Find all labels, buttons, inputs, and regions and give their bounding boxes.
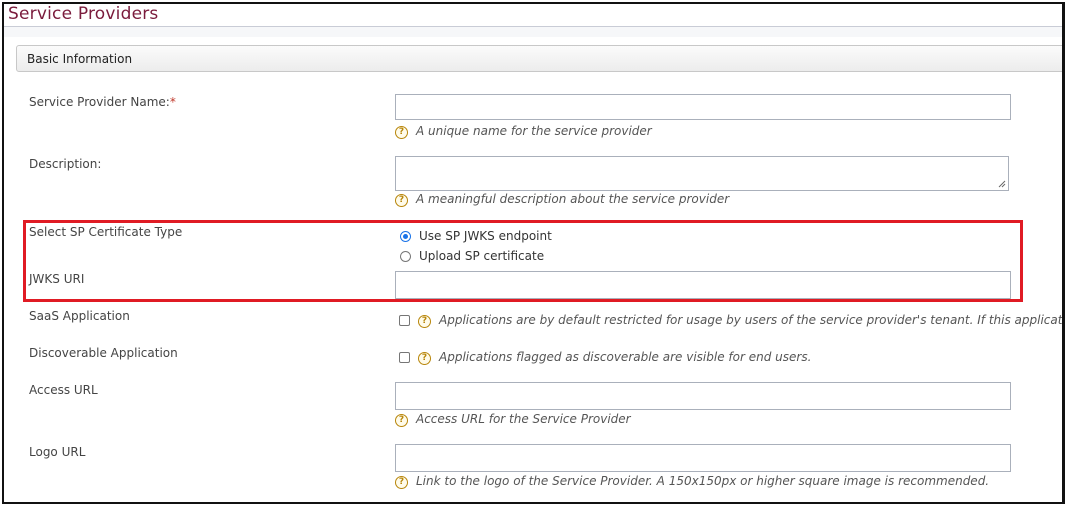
section-title: Basic Information [27, 52, 133, 66]
help-icon[interactable]: ? [395, 476, 408, 489]
saas-hint-text: Applications are by default restricted f… [439, 313, 1065, 327]
access-url-hint: ? Access URL for the Service Provider [395, 412, 631, 427]
sp-name-hint-text: A unique name for the service provider [416, 124, 652, 138]
sp-name-input[interactable] [395, 94, 1011, 120]
help-icon[interactable]: ? [395, 194, 408, 207]
required-mark: * [169, 95, 176, 109]
sp-name-label: Service Provider Name:* [29, 95, 176, 109]
radio-button[interactable] [400, 251, 411, 262]
access-url-input[interactable] [395, 382, 1011, 410]
radio-button-selected[interactable] [400, 231, 411, 242]
page-title: Service Providers [8, 4, 159, 24]
description-textarea[interactable] [395, 156, 1009, 191]
description-hint: ? A meaningful description about the serv… [395, 192, 729, 207]
logo-url-input[interactable] [395, 444, 1011, 472]
discoverable-hint-text: Applications flagged as discoverable are… [439, 350, 812, 364]
main-frame: Service Providers Basic Information Serv… [2, 2, 1065, 504]
access-url-hint-text: Access URL for the Service Provider [416, 412, 631, 426]
saas-label: SaaS Application [29, 309, 130, 323]
discoverable-row: ? Applications flagged as discoverable ar… [399, 350, 811, 365]
help-icon[interactable]: ? [395, 126, 408, 139]
radio-option-upload[interactable]: Upload SP certificate [400, 249, 544, 263]
discoverable-label: Discoverable Application [29, 346, 178, 360]
sp-name-label-text: Service Provider Name: [29, 95, 170, 109]
cert-type-label: Select SP Certificate Type [29, 225, 183, 239]
jwks-uri-input[interactable] [395, 271, 1011, 299]
logo-url-label: Logo URL [29, 445, 86, 459]
access-url-label: Access URL [29, 383, 98, 397]
sp-name-hint: ? A unique name for the service provider [395, 124, 652, 139]
help-icon[interactable]: ? [418, 352, 431, 365]
saas-checkbox[interactable] [399, 315, 410, 326]
saas-row: ? Applications are by default restricted … [399, 313, 1065, 328]
basic-information-section-header[interactable]: Basic Information [16, 45, 1062, 72]
jwks-uri-label: JWKS URI [29, 272, 85, 286]
logo-url-hint: ? Link to the logo of the Service Provide… [395, 474, 989, 489]
description-hint-text: A meaningful description about the servi… [416, 192, 730, 206]
discoverable-checkbox[interactable] [399, 352, 410, 363]
logo-url-hint-text: Link to the logo of the Service Provider… [416, 474, 990, 488]
help-icon[interactable]: ? [418, 315, 431, 328]
resize-grip-icon[interactable] [998, 180, 1006, 188]
description-label: Description: [29, 157, 102, 171]
help-icon[interactable]: ? [395, 414, 408, 427]
radio-option-upload-label: Upload SP certificate [419, 249, 545, 263]
radio-option-jwks-label: Use SP JWKS endpoint [419, 229, 552, 243]
title-band [4, 27, 1062, 37]
radio-option-jwks[interactable]: Use SP JWKS endpoint [400, 229, 552, 243]
